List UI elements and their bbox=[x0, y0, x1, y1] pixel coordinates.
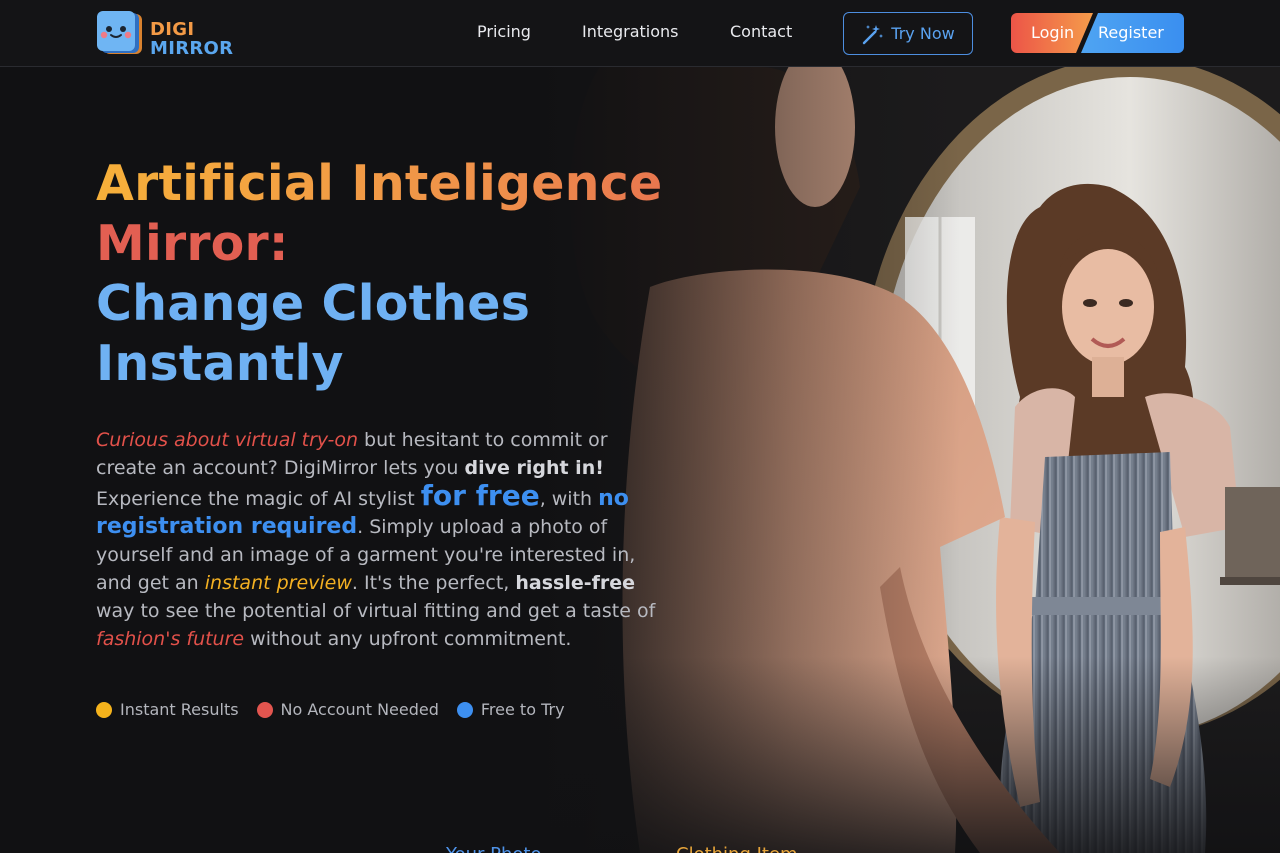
feature-instant-results: Instant Results bbox=[96, 700, 239, 719]
desc-text: , with bbox=[539, 488, 599, 510]
feature-label: Free to Try bbox=[480, 700, 565, 719]
logo-wordmark: DIGI MIRROR bbox=[150, 20, 233, 58]
auth-buttons: Login Register bbox=[1011, 13, 1184, 53]
hero-title-line-1: Artificial Inteligence bbox=[96, 154, 676, 214]
feature-badges: Instant Results No Account Needed Free t… bbox=[96, 700, 565, 719]
clothing-item-label: Clothing Item bbox=[676, 844, 798, 853]
feature-no-account: No Account Needed bbox=[256, 700, 439, 719]
nav-link-integrations[interactable]: Integrations bbox=[582, 22, 679, 41]
logo-line-mirror: MIRROR bbox=[150, 38, 234, 59]
desc-text: way to see the potential of virtual fitt… bbox=[96, 600, 656, 622]
magic-wand-icon bbox=[863, 24, 884, 44]
nav-link-pricing[interactable]: Pricing bbox=[477, 22, 531, 41]
hero-title-line-2: Mirror: bbox=[96, 215, 289, 272]
hero-description: Curious about virtual try-on but hesitan… bbox=[96, 426, 671, 653]
desc-text: Experience the magic of AI stylist bbox=[96, 488, 421, 510]
try-now-button[interactable]: Try Now bbox=[843, 12, 973, 55]
desc-text: without any upfront commitment. bbox=[244, 628, 572, 650]
login-button[interactable]: Login bbox=[1031, 23, 1074, 42]
red-dot-icon bbox=[256, 701, 273, 718]
blue-dot-icon bbox=[456, 701, 473, 718]
desc-text: . It's the perfect, bbox=[351, 572, 516, 594]
top-navigation-bar: DIGI MIRROR Pricing Integrations Contact… bbox=[0, 0, 1280, 67]
feature-label: No Account Needed bbox=[280, 700, 439, 719]
hero-section: Artificial Inteligence Mirror: Change Cl… bbox=[96, 154, 676, 653]
digimirror-logo[interactable]: DIGI MIRROR bbox=[96, 10, 246, 58]
hero-title: Artificial Inteligence Mirror: Change Cl… bbox=[96, 154, 676, 394]
desc-highlight-fashions-future: fashion's future bbox=[96, 628, 245, 650]
desc-highlight-curious: Curious about virtual try-on bbox=[96, 429, 359, 451]
try-now-label: Try Now bbox=[891, 24, 955, 43]
nav-link-contact[interactable]: Contact bbox=[730, 22, 792, 41]
desc-highlight-for-free: for free bbox=[420, 479, 540, 512]
logo-line-digi: DIGI bbox=[150, 19, 195, 40]
feature-free-to-try: Free to Try bbox=[456, 700, 565, 719]
hero-title-line-4: Instantly bbox=[96, 335, 344, 392]
hero-title-line-3: Change Clothes bbox=[96, 275, 531, 332]
register-button[interactable]: Register bbox=[1098, 23, 1164, 42]
yellow-dot-icon bbox=[96, 701, 112, 718]
your-photo-label: Your Photo bbox=[446, 844, 542, 853]
desc-highlight-hassle-free: hassle-free bbox=[515, 572, 636, 594]
mirror-mascot-icon bbox=[97, 11, 142, 54]
desc-highlight-instant-preview: instant preview bbox=[204, 572, 352, 594]
feature-label: Instant Results bbox=[120, 700, 239, 719]
desc-highlight-dive-in: dive right in! bbox=[464, 457, 604, 479]
